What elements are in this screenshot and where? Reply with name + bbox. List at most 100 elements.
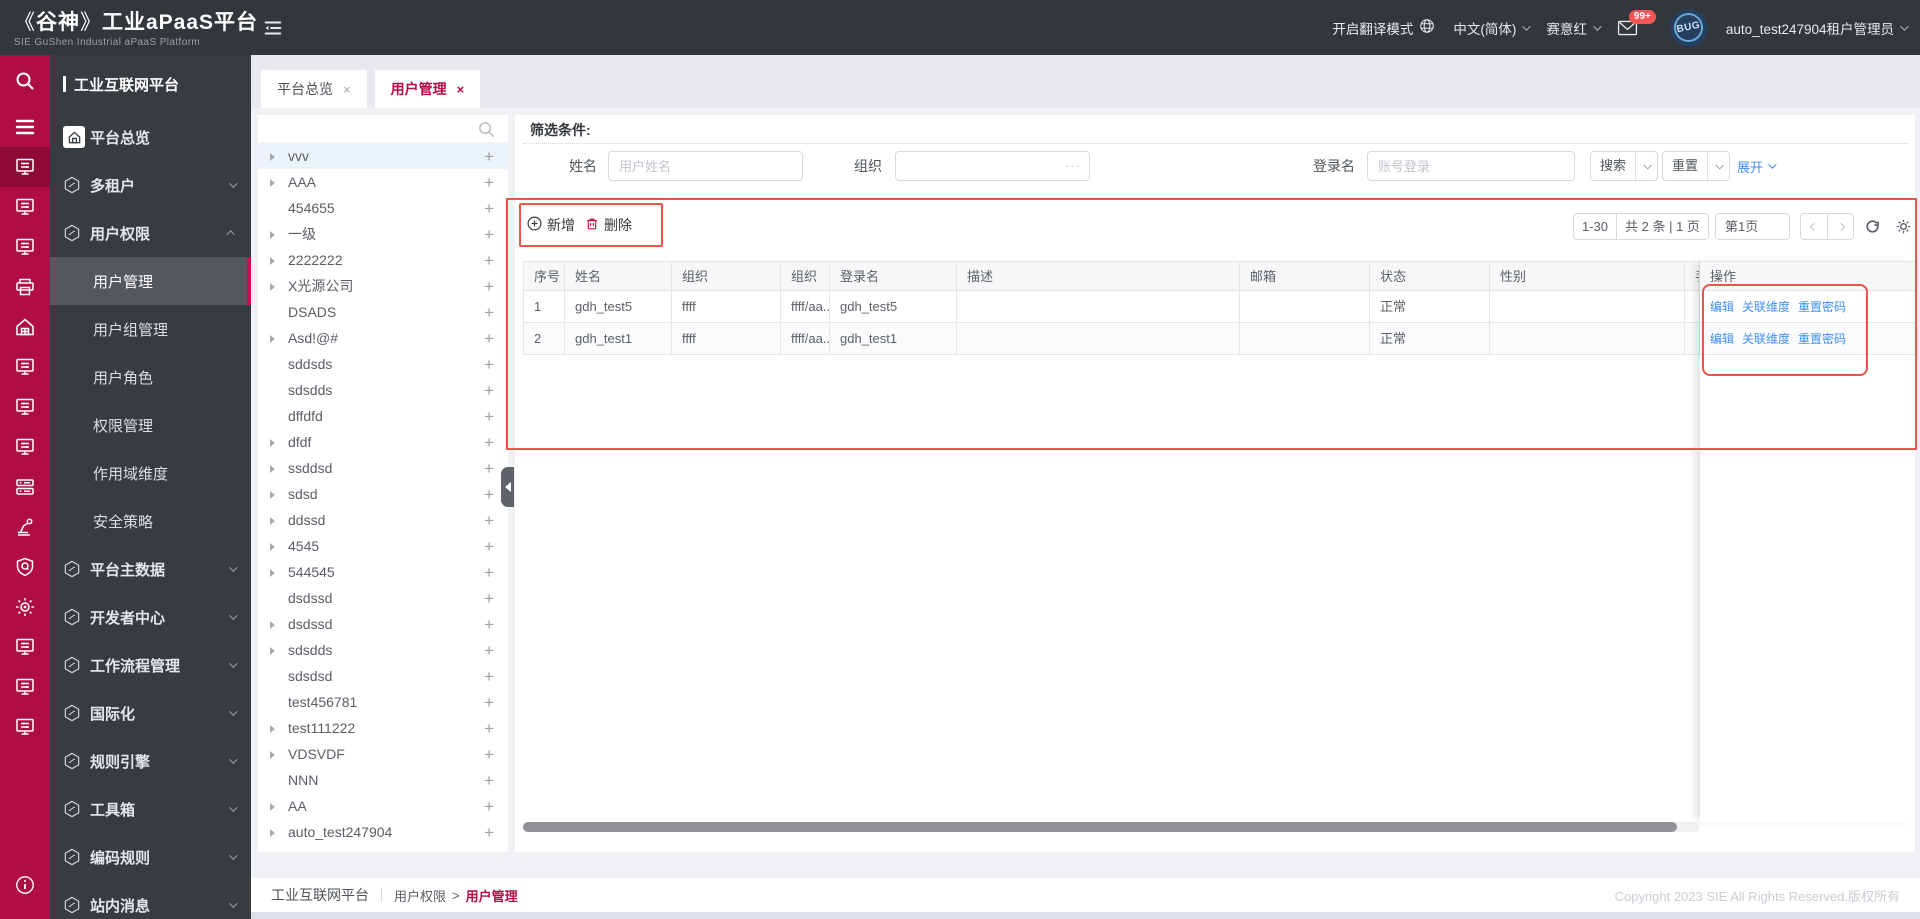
add-node-button[interactable]: + — [484, 642, 494, 659]
org-input[interactable] — [896, 152, 1089, 180]
add-node-button[interactable]: + — [484, 538, 494, 555]
tree-node[interactable]: DSADS + — [258, 299, 508, 325]
sidebar-item-2[interactable]: 多租户 — [50, 161, 251, 209]
sidebar-item-7[interactable]: 权限管理 — [50, 401, 251, 449]
tree-node[interactable]: vvv + — [258, 143, 508, 169]
tree-node[interactable]: sdsd + — [258, 481, 508, 507]
close-tab-icon[interactable]: × — [457, 82, 465, 97]
add-node-button[interactable]: + — [484, 512, 494, 529]
tab-2[interactable]: 用户管理 × — [374, 70, 481, 108]
expander-icon[interactable] — [270, 616, 280, 632]
tree-node[interactable]: NNN + — [258, 767, 508, 793]
menu-icon[interactable] — [0, 107, 50, 147]
org-picker-ellipsis[interactable]: ··· — [1065, 152, 1081, 180]
sidebar-item-4[interactable]: 用户管理 — [50, 257, 251, 305]
add-node-button[interactable]: + — [484, 772, 494, 789]
sidebar-item-14[interactable]: 规则引擎 — [50, 737, 251, 785]
prev-page-button[interactable] — [1801, 214, 1827, 239]
refresh-icon[interactable] — [1864, 218, 1881, 238]
sidebar-item-1[interactable]: 平台总览 — [50, 113, 251, 161]
sidebar-item-16[interactable]: 编码规则 — [50, 833, 251, 881]
expander-icon[interactable] — [270, 642, 280, 658]
display-icon[interactable] — [0, 147, 50, 187]
expander-icon[interactable] — [270, 720, 280, 736]
expander-icon[interactable] — [270, 460, 280, 476]
search-button[interactable]: 搜索 — [1590, 151, 1659, 181]
tree-node[interactable]: 4545 + — [258, 533, 508, 559]
tree-node[interactable]: sdsdds + — [258, 637, 508, 663]
add-node-button[interactable]: + — [484, 460, 494, 477]
gear-network-icon[interactable] — [0, 587, 50, 627]
sidebar-item-13[interactable]: 国际化 — [50, 689, 251, 737]
tree-node[interactable]: 544545 + — [258, 559, 508, 585]
action-link[interactable]: 重置密码 — [1798, 330, 1846, 347]
info-icon[interactable] — [0, 865, 50, 905]
page-number-input[interactable]: 第1页 — [1715, 213, 1790, 240]
expander-icon[interactable] — [270, 798, 280, 814]
account-menu[interactable]: auto_test247904租户管理员 — [1726, 18, 1909, 38]
tree-node[interactable]: dsdssd + — [258, 611, 508, 637]
robot-arm-icon[interactable] — [0, 507, 50, 547]
tree-node[interactable]: dffdfd + — [258, 403, 508, 429]
add-node-button[interactable]: + — [484, 824, 494, 841]
sidebar-item-9[interactable]: 安全策略 — [50, 497, 251, 545]
gear-icon[interactable] — [1895, 218, 1912, 238]
tree-node[interactable]: ssddsd + — [258, 455, 508, 481]
tree-node[interactable]: test456781 + — [258, 689, 508, 715]
expander-icon[interactable] — [270, 564, 280, 580]
server-icon[interactable] — [0, 467, 50, 507]
display-icon[interactable] — [0, 187, 50, 227]
sidebar-item-17[interactable]: 站内消息 — [50, 881, 251, 919]
action-link[interactable]: 编辑 — [1710, 330, 1734, 347]
add-node-button[interactable]: + — [484, 616, 494, 633]
close-tab-icon[interactable]: × — [343, 82, 351, 97]
expander-icon[interactable] — [270, 746, 280, 762]
home-icon[interactable] — [0, 307, 50, 347]
sidebar-item-12[interactable]: 工作流程管理 — [50, 641, 251, 689]
add-node-button[interactable]: + — [484, 200, 494, 217]
search-dropdown-caret[interactable] — [1635, 152, 1657, 180]
add-node-button[interactable]: + — [484, 226, 494, 243]
tree-search[interactable] — [258, 115, 508, 143]
sidebar-item-3[interactable]: 用户权限 — [50, 209, 251, 257]
tree-node[interactable]: AA + — [258, 793, 508, 819]
add-node-button[interactable]: + — [484, 798, 494, 815]
tree-node[interactable]: test111222 + — [258, 715, 508, 741]
org-select[interactable]: 赛意红 — [1546, 18, 1602, 38]
expander-icon[interactable] — [270, 434, 280, 450]
mail-icon[interactable]: 99+ — [1617, 9, 1656, 36]
tree-node[interactable]: sddsds + — [258, 351, 508, 377]
expander-icon[interactable] — [270, 278, 280, 294]
menu-fold-icon[interactable] — [262, 17, 284, 44]
action-link[interactable]: 重置密码 — [1798, 298, 1846, 315]
tree-node[interactable]: auto_test247904 + — [258, 819, 508, 845]
reset-dropdown-caret[interactable] — [1707, 152, 1729, 180]
tree-node[interactable]: Asd!@# + — [258, 325, 508, 351]
expand-filters-link[interactable]: 展开 — [1737, 151, 1777, 181]
tree-node[interactable]: ddssd + — [258, 507, 508, 533]
tree-node[interactable]: dsdssd + — [258, 585, 508, 611]
add-node-button[interactable]: + — [484, 720, 494, 737]
action-link[interactable]: 关联维度 — [1742, 330, 1790, 347]
horizontal-scrollbar[interactable] — [523, 822, 1700, 832]
expander-icon[interactable] — [270, 486, 280, 502]
display-icon[interactable] — [0, 707, 50, 747]
sidebar-item-15[interactable]: 工具箱 — [50, 785, 251, 833]
tree-node[interactable]: dfdf + — [258, 429, 508, 455]
expander-icon[interactable] — [270, 252, 280, 268]
expander-icon[interactable] — [270, 330, 280, 346]
name-input[interactable] — [609, 152, 802, 180]
translate-toggle[interactable]: 开启翻译模式 — [1332, 18, 1435, 38]
expander-icon[interactable] — [270, 824, 280, 840]
tree-node[interactable]: 2222222 + — [258, 247, 508, 273]
display-icon[interactable] — [0, 347, 50, 387]
add-node-button[interactable]: + — [484, 148, 494, 165]
collapse-tree-handle[interactable] — [501, 467, 514, 507]
add-node-button[interactable]: + — [484, 174, 494, 191]
search-icon[interactable] — [0, 55, 50, 107]
tree-node[interactable]: 454655 + — [258, 195, 508, 221]
display-icon[interactable] — [0, 227, 50, 267]
next-page-button[interactable] — [1827, 214, 1853, 239]
add-node-button[interactable]: + — [484, 304, 494, 321]
display-icon[interactable] — [0, 427, 50, 467]
